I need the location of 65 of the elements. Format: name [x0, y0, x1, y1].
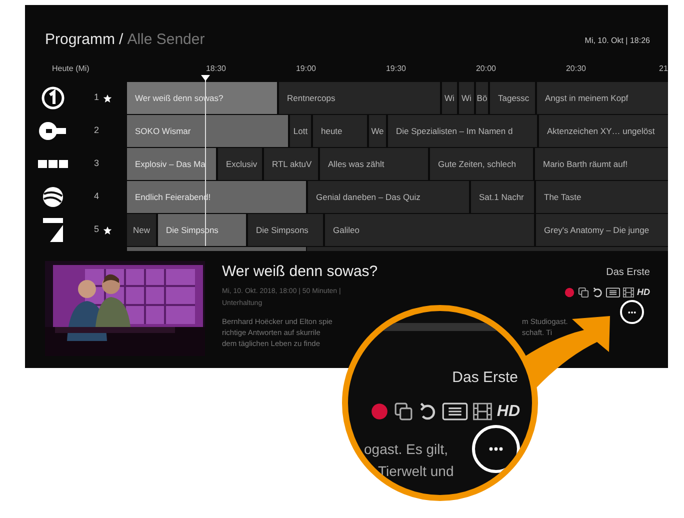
program-block[interactable]: Exclusiv: [218, 148, 262, 180]
page-subtitle: Alle Sender: [127, 30, 205, 50]
more-dots-icon: [628, 310, 636, 314]
channel-number: 2: [94, 124, 100, 138]
program-block[interactable]: The Taste: [536, 181, 668, 213]
program-block[interactable]: Genial daneben – Das Quiz: [308, 181, 469, 213]
page-title: Programm: [45, 30, 116, 50]
time-label: 20:30: [564, 62, 588, 74]
replay-icon: [418, 402, 437, 421]
more-button[interactable]: [472, 424, 520, 472]
bars-logo-icon: [38, 159, 68, 169]
ball-logo-icon: [40, 185, 64, 209]
date-time: Mi, 10. Okt | 18:26: [584, 34, 650, 46]
program-block[interactable]: Alles was zählt: [320, 148, 428, 180]
list-icon: [442, 402, 468, 421]
program-block[interactable]: Aktenzeichen XY… ungelöst: [539, 115, 668, 147]
description-line: ogast. Es gilt,: [364, 440, 450, 459]
program-block[interactable]: Lott: [290, 115, 311, 147]
copy-icon: [578, 286, 589, 298]
program-block[interactable]: Wi: [442, 82, 457, 114]
list-icon: [606, 286, 620, 298]
program-block[interactable]: We: [369, 115, 386, 147]
breadcrumb-separator: /: [119, 30, 124, 50]
program-block[interactable]: Tagessc: [490, 82, 535, 114]
channel-name: Das Erste: [606, 266, 650, 280]
seven-shape-logo-icon: [42, 217, 64, 243]
more-dots-icon: [488, 446, 503, 450]
program-block[interactable]: Mario Barth räumt auf!: [535, 148, 668, 180]
channel-number: 4: [94, 190, 100, 204]
program-block[interactable]: Die Spezialisten – Im Namen d: [388, 115, 537, 147]
program-block[interactable]: Sat.1 Nachr: [471, 181, 534, 213]
program-block[interactable]: Gute Zeiten, schlech: [430, 148, 533, 180]
film-icon: [472, 402, 492, 421]
channel-number: 3: [94, 157, 100, 170]
program-block[interactable]: Die Simpsons: [248, 214, 323, 246]
program-block[interactable]: Galileo: [325, 214, 534, 246]
copy-icon: [394, 402, 413, 421]
program-block[interactable]: Bö: [476, 82, 488, 114]
hd-label: HD: [637, 286, 650, 298]
hd-label: HD: [496, 402, 520, 422]
program-block[interactable]: Grey's Anatomy – Die junge: [536, 214, 668, 246]
channel-name: Das Erste: [452, 368, 518, 388]
more-button[interactable]: [620, 300, 644, 324]
program-title: Wer weiß denn sowas?: [222, 262, 378, 282]
time-label: 20:00: [474, 62, 498, 74]
day-label: Heute (Mi): [52, 62, 90, 74]
channel-number: 1: [94, 91, 100, 104]
program-block[interactable]: SOKO Wismar: [127, 115, 288, 147]
ring-logo-icon: [40, 86, 64, 110]
program-block[interactable]: Wi: [459, 82, 474, 114]
program-block[interactable]: Angst in meinem Kopf: [537, 82, 668, 114]
program-block[interactable]: RTL aktuV: [264, 148, 318, 180]
program-block[interactable]: New: [127, 214, 156, 246]
program-block[interactable]: Explosiv – Das Ma: [127, 148, 216, 180]
film-icon: [623, 286, 634, 298]
time-label: 21: [658, 62, 668, 74]
channel-number: 5: [94, 223, 100, 236]
disc-logo-icon: [38, 121, 68, 141]
program-block[interactable]: heute: [313, 115, 367, 147]
time-label: 19:30: [384, 62, 408, 74]
program-block[interactable]: Rentnercops: [279, 82, 440, 114]
time-label: 18:30: [204, 62, 228, 74]
time-label: 19:00: [294, 62, 318, 74]
replay-icon: [592, 286, 603, 298]
description-line: Tierwelt und: [377, 462, 454, 480]
